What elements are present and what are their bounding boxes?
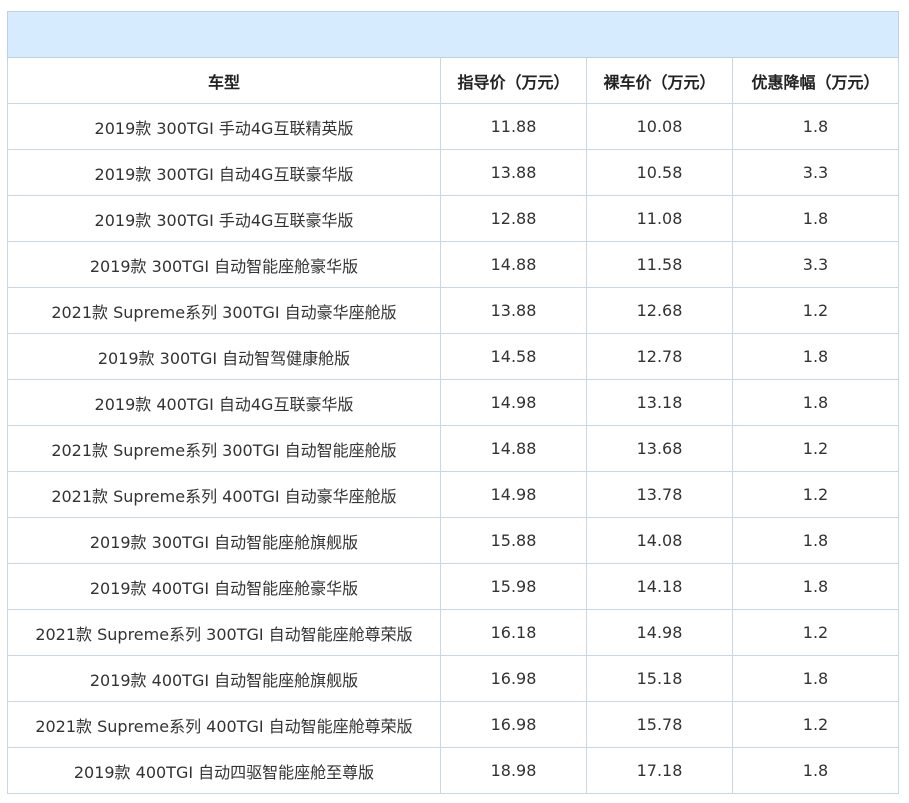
cell-discount: 1.2	[732, 425, 899, 472]
cell-guide-price: 12.88	[440, 195, 587, 242]
cell-discount: 1.8	[732, 379, 899, 426]
header-discount: 优惠降幅（万元）	[732, 57, 899, 104]
cell-model: 2019款 300TGI 自动智驾健康舱版	[7, 333, 441, 380]
table-row: 2019款 300TGI 自动智能座舱豪华版 14.88 11.58 3.3	[7, 241, 899, 288]
table-row: 2019款 400TGI 自动4G互联豪华版 14.98 13.18 1.8	[7, 379, 899, 426]
cell-discount: 1.8	[732, 333, 899, 380]
cell-guide-price: 18.98	[440, 747, 587, 794]
cell-discount: 1.8	[732, 517, 899, 564]
cell-model: 2019款 400TGI 自动智能座舱旗舰版	[7, 655, 441, 702]
cell-discount: 1.8	[732, 195, 899, 242]
cell-bare-price: 17.18	[586, 747, 733, 794]
cell-discount: 1.2	[732, 609, 899, 656]
table-row: 2019款 300TGI 自动智能座舱旗舰版 15.88 14.08 1.8	[7, 517, 899, 564]
cell-guide-price: 14.58	[440, 333, 587, 380]
cell-discount: 1.8	[732, 563, 899, 610]
cell-guide-price: 11.88	[440, 103, 587, 150]
cell-bare-price: 11.08	[586, 195, 733, 242]
table-body: 2019款 300TGI 手动4G互联精英版 11.88 10.08 1.8 2…	[7, 103, 899, 794]
cell-guide-price: 13.88	[440, 287, 587, 334]
table-row: 2021款 Supreme系列 300TGI 自动智能座舱尊荣版 16.18 1…	[7, 609, 899, 656]
cell-bare-price: 12.78	[586, 333, 733, 380]
cell-bare-price: 10.58	[586, 149, 733, 196]
cell-model: 2021款 Supreme系列 300TGI 自动豪华座舱版	[7, 287, 441, 334]
table-row: 2021款 Supreme系列 300TGI 自动豪华座舱版 13.88 12.…	[7, 287, 899, 334]
cell-bare-price: 14.98	[586, 609, 733, 656]
cell-bare-price: 14.18	[586, 563, 733, 610]
header-guide-price: 指导价（万元）	[440, 57, 587, 104]
cell-bare-price: 12.68	[586, 287, 733, 334]
cell-guide-price: 15.98	[440, 563, 587, 610]
cell-guide-price: 14.98	[440, 379, 587, 426]
table-row: 2021款 Supreme系列 400TGI 自动豪华座舱版 14.98 13.…	[7, 471, 899, 518]
cell-discount: 1.8	[732, 655, 899, 702]
cell-discount: 3.3	[732, 241, 899, 288]
cell-guide-price: 14.88	[440, 425, 587, 472]
cell-model: 2021款 Supreme系列 400TGI 自动豪华座舱版	[7, 471, 441, 518]
table-row: 2019款 300TGI 自动4G互联豪华版 13.88 10.58 3.3	[7, 149, 899, 196]
table-row: 2019款 400TGI 自动四驱智能座舱至尊版 18.98 17.18 1.8	[7, 747, 899, 794]
table-header-row: 车型 指导价（万元） 裸车价（万元） 优惠降幅（万元）	[7, 57, 899, 104]
table-row: 2019款 300TGI 自动智驾健康舱版 14.58 12.78 1.8	[7, 333, 899, 380]
table-row: 2021款 Supreme系列 300TGI 自动智能座舱版 14.88 13.…	[7, 425, 899, 472]
cell-model: 2019款 400TGI 自动4G互联豪华版	[7, 379, 441, 426]
table-row: 2019款 300TGI 手动4G互联精英版 11.88 10.08 1.8	[7, 103, 899, 150]
cell-discount: 1.8	[732, 103, 899, 150]
cell-model: 2021款 Supreme系列 300TGI 自动智能座舱版	[7, 425, 441, 472]
cell-bare-price: 14.08	[586, 517, 733, 564]
cell-model: 2019款 400TGI 自动智能座舱豪华版	[7, 563, 441, 610]
cell-discount: 1.2	[732, 701, 899, 748]
cell-model: 2019款 300TGI 自动智能座舱旗舰版	[7, 517, 441, 564]
cell-guide-price: 16.98	[440, 701, 587, 748]
cell-bare-price: 13.78	[586, 471, 733, 518]
header-model: 车型	[7, 57, 441, 104]
price-table-container: 车型 指导价（万元） 裸车价（万元） 优惠降幅（万元） 2019款 300TGI…	[7, 11, 899, 794]
cell-bare-price: 10.08	[586, 103, 733, 150]
cell-model: 2019款 400TGI 自动四驱智能座舱至尊版	[7, 747, 441, 794]
cell-model: 2021款 Supreme系列 400TGI 自动智能座舱尊荣版	[7, 701, 441, 748]
cell-guide-price: 14.98	[440, 471, 587, 518]
cell-discount: 1.2	[732, 287, 899, 334]
cell-guide-price: 15.88	[440, 517, 587, 564]
header-bare-price: 裸车价（万元）	[586, 57, 733, 104]
table-row: 2019款 400TGI 自动智能座舱豪华版 15.98 14.18 1.8	[7, 563, 899, 610]
table-row: 2019款 400TGI 自动智能座舱旗舰版 16.98 15.18 1.8	[7, 655, 899, 702]
cell-guide-price: 16.98	[440, 655, 587, 702]
cell-model: 2019款 300TGI 手动4G互联豪华版	[7, 195, 441, 242]
table-banner-cell	[7, 11, 899, 58]
cell-bare-price: 15.18	[586, 655, 733, 702]
cell-bare-price: 11.58	[586, 241, 733, 288]
table-row: 2019款 300TGI 手动4G互联豪华版 12.88 11.08 1.8	[7, 195, 899, 242]
table-banner	[7, 11, 899, 58]
cell-discount: 1.8	[732, 747, 899, 794]
cell-model: 2019款 300TGI 手动4G互联精英版	[7, 103, 441, 150]
cell-discount: 3.3	[732, 149, 899, 196]
cell-bare-price: 13.68	[586, 425, 733, 472]
cell-guide-price: 14.88	[440, 241, 587, 288]
cell-bare-price: 15.78	[586, 701, 733, 748]
cell-model: 2019款 300TGI 自动智能座舱豪华版	[7, 241, 441, 288]
cell-guide-price: 13.88	[440, 149, 587, 196]
cell-model: 2019款 300TGI 自动4G互联豪华版	[7, 149, 441, 196]
cell-model: 2021款 Supreme系列 300TGI 自动智能座舱尊荣版	[7, 609, 441, 656]
cell-discount: 1.2	[732, 471, 899, 518]
price-table: 车型 指导价（万元） 裸车价（万元） 优惠降幅（万元） 2019款 300TGI…	[7, 11, 899, 794]
cell-bare-price: 13.18	[586, 379, 733, 426]
table-row: 2021款 Supreme系列 400TGI 自动智能座舱尊荣版 16.98 1…	[7, 701, 899, 748]
cell-guide-price: 16.18	[440, 609, 587, 656]
